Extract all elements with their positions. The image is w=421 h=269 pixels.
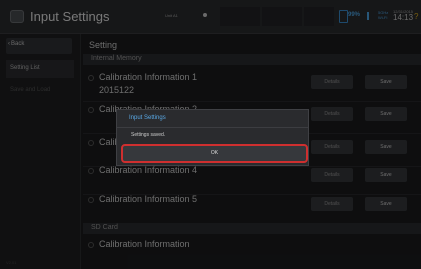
dialog-title: Input Settings [129, 115, 166, 121]
save-confirm-dialog: Input Settings Settings saved. OK [116, 109, 309, 166]
ok-button[interactable]: OK [121, 144, 308, 163]
dialog-message: Settings saved. [131, 132, 166, 138]
dialog-title-bar: Input Settings [117, 110, 308, 128]
